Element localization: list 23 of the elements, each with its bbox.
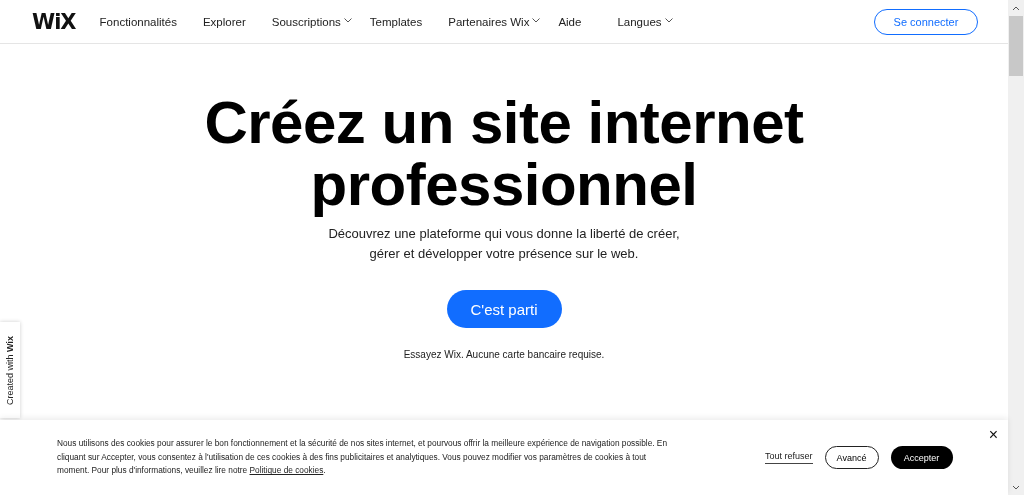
advanced-button[interactable]: Avancé xyxy=(824,446,879,469)
nav-link[interactable]: Aide xyxy=(558,15,582,28)
hero-subtitle: Découvrez une plateforme qui vous donne la liberté de créer, gérer et développer votre présence sur le web. xyxy=(328,225,680,263)
created-with-tab[interactable]: Created with Wix xyxy=(0,322,20,418)
cookie-text: Nous utilisons des cookies pour assurer le bon fonctionnement et la sécurité de nos sites internet, et pourvous offrir la meilleure expérience de navigation possible. En cliquant sur Accepter, vous consentez à l'utilisation de ces cookies à des fins publicitaires et analytiques. Vous pouvez modifier vos paramètres de cookies à tout moment. Pour plus d'informations, veuillez lire notre Politique de cookies. xyxy=(57,437,667,478)
chevron-down-icon xyxy=(532,17,541,23)
accept-button[interactable]: Accepter xyxy=(890,446,953,469)
nav-link[interactable]: Templates xyxy=(369,15,423,28)
login-button[interactable]: Se connecter xyxy=(874,8,978,35)
chevron-down-icon xyxy=(664,17,673,23)
nav-link[interactable]: Souscriptions xyxy=(271,15,352,28)
chevron-down-icon xyxy=(343,17,352,23)
nav-link[interactable]: Partenaires Wix xyxy=(448,15,541,28)
start-button[interactable]: C'est parti xyxy=(446,290,562,328)
logo[interactable]: WiX xyxy=(32,9,76,34)
close-button[interactable]: × xyxy=(988,426,998,444)
nav-link[interactable]: Fonctionnalités xyxy=(99,15,177,28)
nav-link[interactable]: Explorer xyxy=(202,15,246,28)
refuse-link[interactable]: Tout refuser xyxy=(765,451,813,464)
hero-note: Essayez Wix. Aucune carte bancaire requise. xyxy=(403,349,605,360)
scrollbar[interactable] xyxy=(1008,0,1024,495)
nav-link[interactable]: Langues xyxy=(617,15,673,28)
hero-title: Créez un site internet professionnel xyxy=(204,92,804,216)
